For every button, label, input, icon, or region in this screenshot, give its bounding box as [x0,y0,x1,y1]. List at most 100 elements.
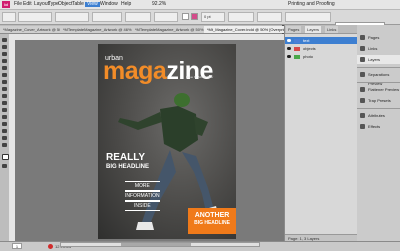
eye-icon[interactable] [287,55,291,58]
document-tab-bar: *Magazine_Cover_Artwork @ 50% [Converted… [0,25,288,34]
dancer-right-arm [194,116,208,136]
dock-label: Attributes [368,113,385,118]
layer-color-swatch [294,47,300,51]
menu-view[interactable]: View [85,2,100,7]
dock-flattener[interactable]: Flattener Preview [357,85,400,94]
tab-document-3[interactable]: *MTemplateMagazine_Artwork @ 50% [Overpr… [132,26,208,33]
dock-effects[interactable]: Effects [357,122,400,131]
dock-label: Trap Presets [368,98,391,103]
dock-divider [357,82,400,83]
scrollbar-thumb[interactable] [121,243,191,246]
wh-fields[interactable] [55,12,89,22]
tab-layers[interactable]: Layers [305,26,322,33]
dancer-hood [174,93,190,107]
attributes-icon [360,113,365,118]
fill-stroke-icon[interactable] [2,154,9,160]
dancer-right-leg [182,152,214,212]
xy-fields[interactable] [18,12,52,22]
menu-object[interactable]: Object [58,2,72,7]
layers-icon [360,57,365,62]
effects-icon [360,124,365,129]
layer-color-swatch [294,39,300,43]
effects-controls[interactable] [257,12,282,22]
dock-links[interactable]: Links [357,44,400,53]
selection-tool-icon[interactable] [2,38,7,42]
rectangle-tool-icon[interactable] [2,94,7,98]
dock-attributes[interactable]: Attributes [357,111,400,120]
menu-file[interactable]: File [14,2,22,7]
cover-headline-sub: BIG HEADLINE [106,164,150,170]
rotate-shear-fields[interactable] [125,12,151,22]
pen-tool-icon[interactable] [2,73,7,77]
fitting-controls[interactable] [285,12,331,22]
magazine-cover-page[interactable]: urban magazine Issue 8 | Month Year REAL… [98,44,236,239]
page-number-field[interactable]: 1 [12,243,22,249]
workspace-switcher[interactable]: Printing and Proofing [288,1,335,8]
page-tool-icon[interactable] [2,52,7,56]
horizontal-scrollbar[interactable] [60,242,260,247]
layer-row[interactable]: photo [285,53,357,60]
scissors-tool-icon[interactable] [2,101,7,105]
separations-icon [360,72,365,77]
note-tool-icon[interactable] [2,122,7,126]
eye-icon[interactable] [287,47,291,50]
more-line-2: INFORMATION [125,191,160,201]
secondary-headline-box: ANOTHER BIG HEADLINE [188,208,236,234]
screen-mode-icon[interactable] [2,164,7,168]
links-icon [360,46,365,51]
more-line-1: MORE [125,181,160,191]
menu-window[interactable]: Window [100,2,118,7]
direct-selection-tool-icon[interactable] [2,45,7,49]
dock-label: Effects [368,124,381,129]
line-tool-icon[interactable] [2,66,7,70]
eyedropper-tool-icon[interactable] [2,129,7,133]
more-line-3: INSIDE [125,201,160,211]
dock-label: Links [368,46,378,51]
dock-label: Pages [368,35,380,40]
menu-layout[interactable]: Layout [34,2,49,7]
issue-line: Issue 8 | Month Year [186,75,214,79]
menu-table[interactable]: Table [72,2,84,7]
layer-row[interactable]: text [285,37,357,44]
gradient-tool-icon[interactable] [2,115,7,119]
flattener-icon [360,87,365,92]
rectangle-frame-tool-icon[interactable] [2,87,7,91]
transform-buttons[interactable] [154,12,178,22]
more-info-block: MORE INFORMATION INSIDE [125,181,160,211]
masthead-part-2: zine [166,57,213,85]
tab-links[interactable]: Links [325,26,339,33]
dock-trap-presets[interactable]: Trap Presets [357,96,400,105]
free-transform-tool-icon[interactable] [2,108,7,112]
type-tool-icon[interactable] [2,59,7,63]
zoom-level[interactable]: 92.2% [152,2,166,7]
stroke-weight-field[interactable]: 0 pt [201,12,225,22]
indesign-app-icon[interactable]: Id [2,1,10,8]
eye-icon[interactable] [287,39,291,42]
tab-document-1[interactable]: *Magazine_Cover_Artwork @ 50% [Converted… [0,26,64,33]
dancer-left-shoe [136,222,154,230]
scale-fields[interactable] [92,12,122,22]
tab-document-2[interactable]: *MTemplateMagazine_Artwork @ 46% [Overpr… [60,26,136,33]
stroke-style-select[interactable] [228,12,254,22]
menu-help[interactable]: Help [121,2,131,7]
masthead-part-1: maga [103,57,167,85]
preflight-error-icon[interactable] [48,244,53,249]
fill-swatch[interactable] [182,13,189,20]
stroke-swatch[interactable] [191,13,198,20]
reference-point-grid[interactable] [2,12,16,22]
box-line-1: ANOTHER [194,212,230,219]
tab-pages[interactable]: Pages [286,26,302,33]
hand-tool-icon[interactable] [2,136,7,140]
dock-layers[interactable]: Layers [357,55,400,64]
layer-row[interactable]: objects [285,45,357,52]
layer-name: text [303,38,310,43]
menu-bar: Id File Edit Layout Type Object Table Vi… [0,0,400,10]
pencil-tool-icon[interactable] [2,80,7,84]
dock-separations[interactable]: Separations Preview [357,70,400,86]
zoom-tool-icon[interactable] [2,143,7,147]
dock-pages[interactable]: Pages [357,33,400,42]
layer-name: objects [303,46,316,51]
tab-document-active[interactable]: *Mt_Magazine_Cover.indd @ 50% [Overprint… [204,26,288,33]
dock-divider [357,67,400,68]
menu-edit[interactable]: Edit [23,2,32,7]
